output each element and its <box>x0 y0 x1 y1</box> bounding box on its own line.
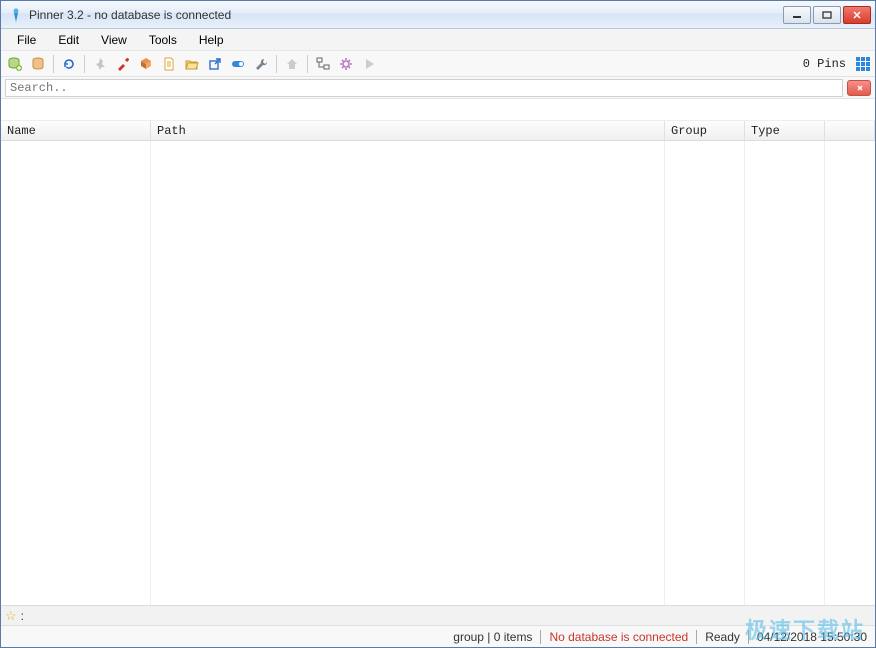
menu-edit[interactable]: Edit <box>48 31 89 49</box>
searchbar <box>1 77 875 99</box>
tree-icon[interactable] <box>313 54 333 74</box>
toolbar: 0 Pins <box>1 51 875 77</box>
pins-table: Name Path Group Type <box>1 121 875 605</box>
folder-open-icon[interactable] <box>182 54 202 74</box>
menu-tools[interactable]: Tools <box>139 31 187 49</box>
app-icon <box>8 7 24 23</box>
column-header-extra[interactable] <box>825 121 875 140</box>
table-header: Name Path Group Type <box>1 121 875 141</box>
wrench-icon[interactable] <box>251 54 271 74</box>
toggle-icon[interactable] <box>228 54 248 74</box>
external-link-icon[interactable] <box>205 54 225 74</box>
pin-icon <box>90 54 110 74</box>
titlebar: Pinner 3.2 - no database is connected <box>1 1 875 29</box>
toolbar-separator <box>307 55 308 73</box>
pins-count: 0 Pins <box>803 57 846 71</box>
toolbar-separator <box>276 55 277 73</box>
toolbar-separator <box>84 55 85 73</box>
column-header-path[interactable]: Path <box>151 121 665 140</box>
close-button[interactable] <box>843 6 871 24</box>
status-separator <box>748 630 749 644</box>
menubar: File Edit View Tools Help <box>1 29 875 51</box>
status-separator <box>540 630 541 644</box>
document-icon[interactable] <box>159 54 179 74</box>
menu-help[interactable]: Help <box>189 31 234 49</box>
database-new-icon[interactable] <box>5 54 25 74</box>
grid-view-icon[interactable] <box>855 56 871 72</box>
refresh-icon[interactable] <box>59 54 79 74</box>
statusbar: group | 0 items No database is connected… <box>1 625 875 647</box>
toolbar-gap <box>1 99 875 121</box>
home-icon <box>282 54 302 74</box>
column-header-name[interactable]: Name <box>1 121 151 140</box>
cube-icon[interactable] <box>136 54 156 74</box>
toolbar-separator <box>53 55 54 73</box>
window-controls <box>783 6 871 24</box>
status-ready: Ready <box>705 630 740 644</box>
search-input[interactable] <box>5 79 843 97</box>
status-db: No database is connected <box>549 630 688 644</box>
window-title: Pinner 3.2 - no database is connected <box>29 8 783 22</box>
status-separator <box>696 630 697 644</box>
tools-icon[interactable] <box>113 54 133 74</box>
maximize-button[interactable] <box>813 6 841 24</box>
menu-view[interactable]: View <box>91 31 137 49</box>
clear-search-button[interactable] <box>847 80 871 96</box>
minimize-button[interactable] <box>783 6 811 24</box>
menu-file[interactable]: File <box>7 31 46 49</box>
column-header-type[interactable]: Type <box>745 121 825 140</box>
status-datetime: 04/12/2018 15:50:30 <box>757 630 867 644</box>
gear-icon[interactable] <box>336 54 356 74</box>
play-icon <box>359 54 379 74</box>
database-open-icon[interactable] <box>28 54 48 74</box>
content: Name Path Group Type <box>1 99 875 605</box>
favorites-label: : <box>21 609 24 623</box>
star-icon: ☆ <box>5 608 17 624</box>
favorites-bar: ☆ : <box>1 605 875 625</box>
status-group: group | 0 items <box>453 630 532 644</box>
column-header-group[interactable]: Group <box>665 121 745 140</box>
table-body <box>1 141 875 605</box>
